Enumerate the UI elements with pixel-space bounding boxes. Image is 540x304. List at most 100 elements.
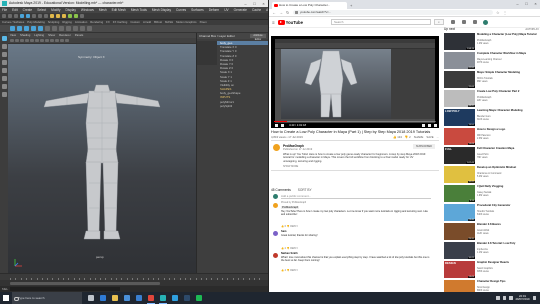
recommended-title[interactable]: Blender 2.8 Tutorial: Low Poly: [477, 242, 538, 245]
apps-icon[interactable]: [461, 20, 466, 24]
subscribe-button[interactable]: SUBSCRIBED: [413, 144, 435, 149]
select-component-icon[interactable]: [44, 14, 48, 18]
recommended-title[interactable]: Blender 2.8 Basics: [477, 223, 538, 226]
video-action-button[interactable]: SHARE: [414, 135, 424, 139]
video-player[interactable]: 4:43 / 1:01:18: [271, 36, 439, 128]
shelf-tab[interactable]: Poly Modeling: [27, 20, 45, 24]
time-slider[interactable]: [0, 273, 268, 281]
menu-item[interactable]: Mesh Tools: [131, 8, 147, 12]
shelf-tab[interactable]: FX Caching: [113, 20, 128, 24]
multi-cut-icon[interactable]: [80, 26, 85, 31]
notifications-icon[interactable]: [472, 20, 477, 24]
new-tab-button[interactable]: +: [350, 3, 352, 8]
taskbar-app-chrome[interactable]: [145, 292, 157, 304]
bevel-icon[interactable]: [73, 26, 78, 31]
minimize-button[interactable]: –: [241, 0, 250, 7]
address-bar[interactable]: youtube.com/watch?v=...: [293, 10, 493, 15]
redo-icon[interactable]: [26, 14, 30, 18]
cube-icon[interactable]: [17, 26, 22, 31]
recommended-video[interactable]: 9:14 I Quit Daily Vlogging Casey Neistat 1.…: [444, 184, 539, 203]
comment-avatar[interactable]: [273, 231, 278, 236]
recommended-title[interactable]: Graphic Designer Reacts: [477, 261, 538, 264]
shelf-tab[interactable]: Motion Graphics: [176, 20, 196, 24]
video-action-button[interactable]: ...: [437, 135, 439, 139]
recommended-video[interactable]: 48:37 Create Low Poly Character Part 2 Pro…: [444, 89, 539, 108]
recommended-title[interactable]: How to Design a Logo: [477, 128, 538, 131]
shelf-tab[interactable]: Curves / Surfaces: [2, 20, 24, 24]
comment-input[interactable]: Add a public comment...: [281, 194, 431, 199]
taskbar-search[interactable]: Type here to search: [12, 292, 82, 304]
bookmark-icon[interactable]: [15, 38, 19, 43]
shelf-tab[interactable]: Rigging: [62, 20, 72, 24]
wireframe-icon[interactable]: [30, 38, 34, 43]
shelf-tab[interactable]: XGen: [200, 20, 207, 24]
recommended-video[interactable]: 10:22 Blender 2.8 Tutorial: Low Poly Imphe…: [444, 241, 539, 260]
menu-item[interactable]: Mesh: [99, 8, 107, 12]
video-action-button[interactable]: SAVE: [426, 135, 433, 139]
recommended-video[interactable]: FULL 1:02:44 Full Character Creation Maya J…: [444, 146, 539, 165]
recommended-video[interactable]: 23:40 Procedural City Generator Houdini Tu…: [444, 203, 539, 222]
settings-gear-icon[interactable]: [422, 123, 425, 127]
channel-avatar[interactable]: [273, 144, 280, 151]
shelf-tab[interactable]: Bifrost: [154, 20, 162, 24]
video-thumbnail[interactable]: 9:14: [444, 185, 475, 202]
recommended-title[interactable]: Develop an Optimistic Mindset: [477, 166, 538, 169]
xray-icon[interactable]: [60, 38, 64, 43]
menu-item[interactable]: Edit Mesh: [112, 8, 126, 12]
paint-select-tool-icon[interactable]: [1, 52, 7, 57]
hamburger-menu-icon[interactable]: ≡: [272, 20, 275, 25]
select-object-icon[interactable]: [38, 14, 42, 18]
shelf-tab[interactable]: Custom: [130, 20, 140, 24]
shelf-tab[interactable]: Rendering: [90, 20, 103, 24]
isolate-select-icon[interactable]: [55, 38, 59, 43]
render-settings-icon[interactable]: [80, 14, 84, 18]
maximize-button[interactable]: □: [522, 0, 531, 8]
clock[interactable]: 22:01 29/07/2019: [516, 294, 530, 302]
comment-avatar[interactable]: [273, 203, 278, 208]
start-button[interactable]: [0, 292, 12, 304]
ipr-render-icon[interactable]: [74, 14, 78, 18]
youtube-logo[interactable]: YouTube: [277, 19, 303, 25]
taskbar-app-steam[interactable]: [181, 292, 193, 304]
menu-item[interactable]: Display: [65, 8, 75, 12]
comment-author[interactable]: ProMaxGraph: [281, 205, 300, 209]
taskbar-app-task-view[interactable]: [85, 292, 97, 304]
taskbar-app-mail[interactable]: [133, 292, 145, 304]
recommended-video[interactable]: 11:27 Develop an Optimistic Mindset Charis…: [444, 165, 539, 184]
outliner-strip[interactable]: [197, 41, 217, 65]
recommended-title[interactable]: Character Design Tips: [477, 280, 538, 283]
recommended-title[interactable]: Modeling a Character (Low Poly) Maya Tut…: [477, 33, 538, 36]
youtube-search-input[interactable]: Search: [330, 19, 431, 25]
plane-icon[interactable]: [38, 26, 43, 31]
viewport-menu-item[interactable]: View: [10, 33, 16, 37]
recommended-video[interactable]: DESIGN 13:09 Graphic Designer Reacts Satori…: [444, 260, 539, 279]
menu-item[interactable]: File: [2, 8, 7, 12]
select-tool-icon[interactable]: [1, 36, 7, 41]
comment-avatar[interactable]: [273, 253, 278, 258]
viewport-menu-item[interactable]: Show: [48, 33, 55, 37]
battery-icon[interactable]: [509, 296, 513, 300]
menu-item[interactable]: Generate: [234, 8, 247, 12]
save-scene-icon[interactable]: [14, 14, 18, 18]
move-tool-icon[interactable]: [1, 60, 7, 65]
video-thumbnail[interactable]: 1:58:19: [444, 33, 475, 50]
menu-item[interactable]: Edit: [12, 8, 18, 12]
taskbar-app-edge[interactable]: [97, 292, 109, 304]
attribute-editor-button[interactable]: Attribute Editor: [250, 34, 266, 41]
menu-item[interactable]: Cache: [252, 8, 261, 12]
network-icon[interactable]: [496, 296, 500, 300]
chrome-menu-icon[interactable]: ⋮: [503, 10, 507, 15]
snap-point-icon[interactable]: [62, 14, 66, 18]
channel-row[interactable]: polySplit3: [217, 104, 269, 108]
cylinder-icon[interactable]: [24, 26, 29, 31]
range-slider-bar[interactable]: [10, 281, 160, 285]
snap-curve-icon[interactable]: [56, 14, 60, 18]
sort-by-button[interactable]: SORT BY: [298, 188, 312, 192]
recommended-video[interactable]: 25:31 Blender 2.8 Basics Grant Abbitt 112K …: [444, 222, 539, 241]
smooth-shade-icon[interactable]: [35, 38, 39, 43]
recommended-title[interactable]: Learning Maya: Character Modeling: [477, 109, 538, 112]
account-avatar[interactable]: [482, 19, 488, 25]
recommended-title[interactable]: Maya: Simple Character Modeling: [477, 71, 538, 74]
video-thumbnail[interactable]: 48:37: [444, 90, 475, 107]
undo-icon[interactable]: [20, 14, 24, 18]
